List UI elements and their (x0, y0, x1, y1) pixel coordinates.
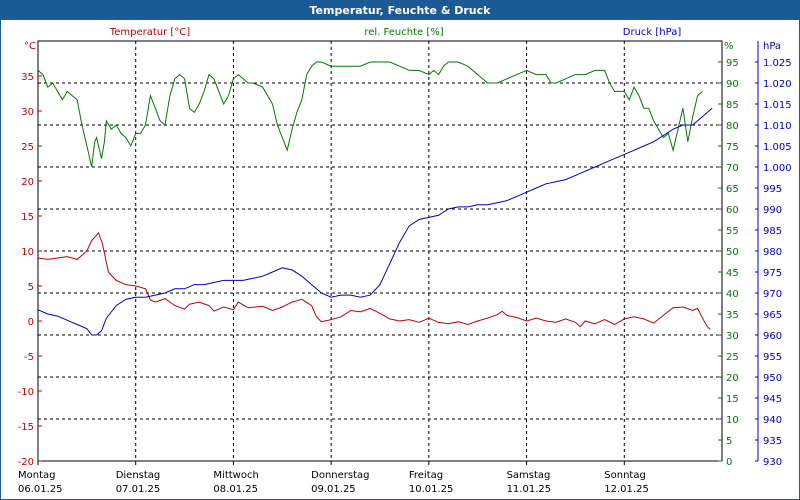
right-tick-label: 940 (763, 415, 782, 426)
right-tick-label: 955 (763, 352, 782, 363)
middle-tick-label: 10 (726, 415, 739, 426)
middle-tick-label: 15 (726, 394, 739, 405)
middle-tick-label: 65 (726, 184, 739, 195)
left-tick-label: 5 (28, 282, 34, 293)
middle-axis-unit: % (724, 41, 734, 52)
left-tick-label: 30 (21, 107, 34, 118)
middle-tick-label: 70 (726, 163, 739, 174)
middle-tick-label: 55 (726, 226, 739, 237)
x-tick-date: 12.01.25 (604, 484, 649, 495)
x-tick-date: 10.01.25 (409, 484, 454, 495)
middle-tick-label: 85 (726, 100, 739, 111)
x-tick-weekday: Mittwoch (213, 470, 258, 481)
middle-tick-label: 30 (726, 331, 739, 342)
right-tick-label: 945 (763, 394, 782, 405)
left-tick-label: -5 (24, 352, 34, 363)
x-tick-date: 11.01.25 (507, 484, 552, 495)
middle-tick-label: 75 (726, 142, 739, 153)
right-tick-label: 930 (763, 457, 782, 468)
middle-tick-label: 40 (726, 289, 739, 300)
series-line (37, 61, 703, 168)
right-tick-label: 980 (763, 247, 782, 258)
right-tick-label: 990 (763, 205, 782, 216)
right-tick-label: 1.005 (763, 142, 792, 153)
right-tick-label: 965 (763, 310, 782, 321)
right-tick-label: 995 (763, 184, 782, 195)
left-tick-label: -15 (18, 422, 34, 433)
right-axis-label: Druck [hPa] (623, 27, 682, 38)
middle-tick-label: 20 (726, 373, 739, 384)
left-tick-label: 10 (21, 247, 34, 258)
left-tick-label: -10 (18, 387, 34, 398)
x-tick-date: 07.01.25 (116, 484, 161, 495)
left-tick-label: 25 (21, 142, 34, 153)
series-line (37, 231, 711, 330)
middle-tick-label: 25 (726, 352, 739, 363)
right-tick-label: 1.010 (763, 121, 792, 132)
x-tick-weekday: Dienstag (116, 470, 161, 481)
middle-tick-label: 50 (726, 247, 739, 258)
right-tick-label: 1.025 (763, 58, 792, 69)
right-tick-label: 1.000 (763, 163, 792, 174)
left-axis-label: Temperatur [°C] (109, 27, 190, 38)
middle-tick-label: 90 (726, 79, 739, 90)
x-tick-weekday: Donnerstag (311, 470, 369, 481)
middle-tick-label: 60 (726, 205, 739, 216)
grid-lines (38, 41, 722, 461)
middle-tick-label: 0 (726, 457, 732, 468)
middle-axis-label: rel. Feuchte [%] (364, 27, 443, 38)
right-tick-label: 1.015 (763, 100, 792, 111)
right-tick-label: 985 (763, 226, 782, 237)
x-tick-weekday: Sonntag (604, 470, 646, 481)
left-tick-label: 15 (21, 212, 34, 223)
right-tick-label: 935 (763, 436, 782, 447)
right-axis-unit: hPa (763, 41, 781, 52)
middle-tick-label: 35 (726, 310, 739, 321)
middle-tick-label: 80 (726, 121, 739, 132)
right-tick-label: 1.020 (763, 79, 792, 90)
right-tick-label: 960 (763, 331, 782, 342)
right-tick-label: 950 (763, 373, 782, 384)
x-tick-date: 06.01.25 (18, 484, 63, 495)
middle-tick-label: 5 (726, 436, 732, 447)
chart-canvas: 35302520151050-5-10-15-20959085807570656… (18, 27, 792, 495)
left-tick-label: 20 (21, 177, 34, 188)
right-tick-label: 975 (763, 268, 782, 279)
right-tick-label: 970 (763, 289, 782, 300)
series-line (37, 107, 713, 336)
x-tick-weekday: Samstag (507, 470, 551, 481)
x-tick-date: 09.01.25 (311, 484, 356, 495)
series-lines (37, 61, 713, 336)
middle-tick-label: 95 (726, 58, 739, 69)
left-tick-label: -20 (18, 457, 34, 468)
x-tick-weekday: Montag (18, 470, 55, 481)
middle-tick-label: 45 (726, 268, 739, 279)
left-axis-unit: °C (24, 41, 36, 52)
x-tick-date: 08.01.25 (213, 484, 258, 495)
left-tick-label: 35 (21, 72, 34, 83)
x-tick-weekday: Freitag (409, 470, 443, 481)
left-tick-label: 0 (28, 317, 34, 328)
axis-ticks: 35302520151050-5-10-15-20959085807570656… (18, 41, 792, 495)
